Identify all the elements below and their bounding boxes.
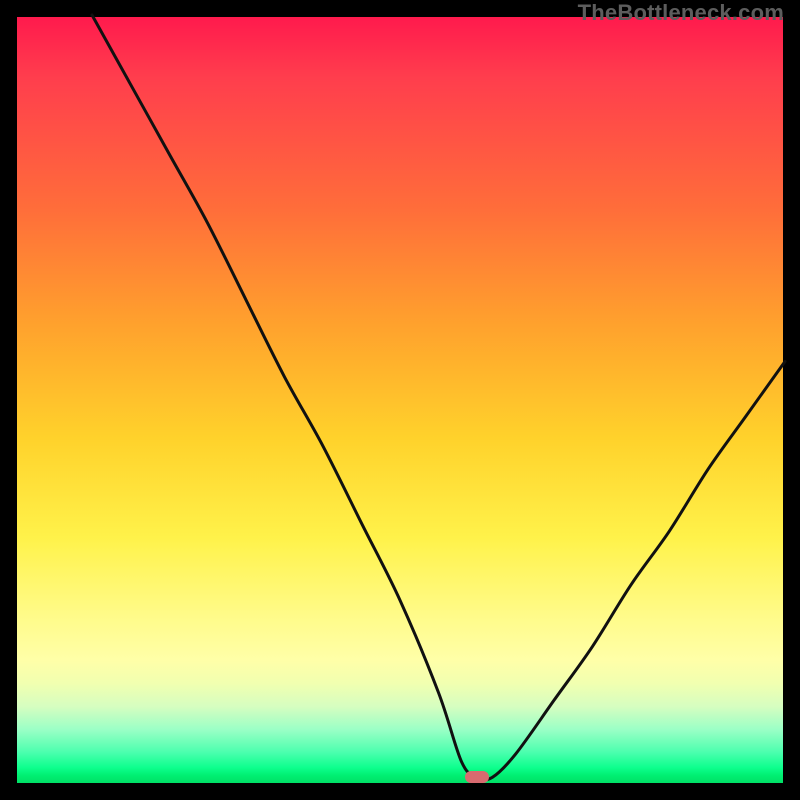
watermark-text: TheBottleneck.com [578,0,784,26]
optimal-marker [465,771,489,783]
curve-path [92,15,785,780]
bottleneck-curve [15,15,785,785]
